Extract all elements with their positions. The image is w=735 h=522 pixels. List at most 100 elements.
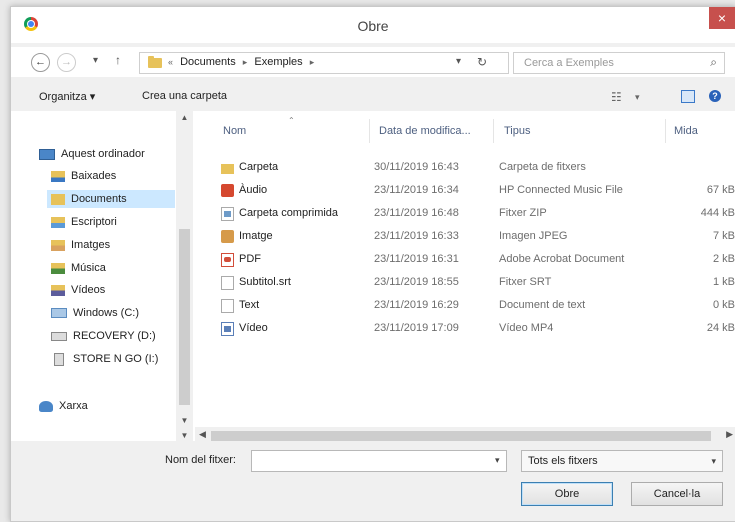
table-row[interactable]: PDF 23/11/2019 16:31 Adobe Acrobat Docum… bbox=[195, 249, 735, 270]
file-date: 23/11/2019 16:48 bbox=[374, 207, 459, 219]
view-dropdown-icon[interactable]: ▾ bbox=[635, 92, 640, 103]
text-file-icon bbox=[221, 276, 234, 290]
table-row[interactable]: Carpeta 30/11/2019 16:43 Carpeta de fitx… bbox=[195, 157, 735, 178]
new-folder-button[interactable]: Crea una carpeta bbox=[142, 90, 227, 102]
scrollbar-thumb[interactable] bbox=[211, 431, 711, 441]
view-options-icon[interactable]: ☷ bbox=[611, 90, 622, 104]
sidebar-item-label: Escriptori bbox=[71, 216, 117, 228]
open-file-dialog: Obre × ← → ▾ ↑ « Documents ▸ Exemples ▸ … bbox=[10, 6, 735, 522]
breadcrumb-exemples[interactable]: Exemples bbox=[254, 56, 302, 68]
organize-button[interactable]: Organitza ▾ bbox=[39, 90, 95, 103]
dialog-footer: Nom del fitxer: ▾ Tots els fitxers ▾ Obr… bbox=[11, 441, 735, 521]
file-name: Text bbox=[239, 299, 260, 311]
pdf-file-icon bbox=[221, 253, 234, 267]
music-folder-icon bbox=[51, 262, 65, 274]
table-row[interactable]: Subtitol.srt 23/11/2019 18:55 Fitxer SRT… bbox=[195, 272, 735, 293]
table-row[interactable]: Carpeta comprimida 23/11/2019 16:48 Fitx… bbox=[195, 203, 735, 224]
zip-file-icon bbox=[221, 207, 234, 221]
file-date: 23/11/2019 16:33 bbox=[374, 230, 459, 242]
documents-folder-icon bbox=[51, 193, 65, 205]
breadcrumb-overflow-icon[interactable]: « bbox=[168, 57, 173, 67]
column-divider bbox=[369, 119, 370, 143]
column-header-size[interactable]: Mida bbox=[674, 125, 698, 137]
sidebar-item-videos[interactable]: Vídeos bbox=[51, 281, 105, 299]
sidebar-item-label: Documents bbox=[71, 193, 127, 205]
file-date: 23/11/2019 16:31 bbox=[374, 253, 459, 265]
sidebar-item-this-pc[interactable]: Aquest ordinador bbox=[39, 145, 145, 163]
file-name: Àudio bbox=[239, 184, 268, 196]
search-input[interactable]: Cerca a Exemples bbox=[524, 57, 614, 69]
sidebar-item-label: Baixades bbox=[71, 170, 117, 182]
close-button[interactable]: × bbox=[709, 7, 735, 29]
address-dropdown-icon[interactable]: ▾ bbox=[456, 56, 461, 67]
window-title: Obre bbox=[357, 18, 389, 34]
preview-pane-icon[interactable] bbox=[681, 90, 695, 103]
filename-dropdown-icon[interactable]: ▾ bbox=[495, 455, 500, 466]
up-arrow-icon[interactable]: ↑ bbox=[115, 53, 121, 67]
file-name: Subtitol.srt bbox=[239, 276, 291, 288]
sort-indicator-icon: ⌃ bbox=[288, 116, 295, 125]
file-type: Vídeo MP4 bbox=[499, 322, 554, 334]
table-row[interactable]: Vídeo 23/11/2019 17:09 Vídeo MP4 24 kB bbox=[195, 318, 735, 339]
file-type: Imagen JPEG bbox=[499, 230, 568, 242]
file-size: 2 kB bbox=[712, 253, 735, 265]
scroll-left-icon[interactable]: ◀ bbox=[199, 429, 206, 440]
column-header-date[interactable]: Data de modifica... bbox=[379, 125, 471, 137]
drive-icon bbox=[51, 308, 67, 319]
refresh-icon[interactable]: ↻ bbox=[477, 55, 487, 69]
navigation-bar: ← → ▾ ↑ « Documents ▸ Exemples ▸ ▾ ↻ Cer… bbox=[11, 47, 735, 77]
search-box[interactable]: Cerca a Exemples ⌕ bbox=[513, 52, 725, 74]
file-date: 23/11/2019 17:09 bbox=[374, 322, 459, 334]
file-name: Vídeo bbox=[239, 322, 268, 334]
file-type: Adobe Acrobat Document bbox=[499, 253, 625, 265]
sidebar-item-drive-d[interactable]: RECOVERY (D:) bbox=[51, 327, 156, 345]
breadcrumb-documents[interactable]: Documents bbox=[180, 56, 236, 68]
file-type-filter[interactable]: Tots els fitxers ▾ bbox=[521, 450, 723, 472]
desktop-folder-icon bbox=[51, 216, 65, 228]
filename-input[interactable] bbox=[251, 450, 507, 472]
column-header-name[interactable]: Nom bbox=[223, 125, 246, 137]
table-row[interactable]: Text 23/11/2019 16:29 Document de text 0… bbox=[195, 295, 735, 316]
sidebar-item-network[interactable]: Xarxa bbox=[39, 397, 88, 415]
sidebar-item-label: STORE N GO (I:) bbox=[73, 353, 159, 365]
help-icon[interactable]: ? bbox=[709, 90, 721, 102]
forward-button[interactable]: → bbox=[57, 53, 76, 72]
sidebar-scrollbar[interactable]: ▲ ▼ bbox=[176, 111, 193, 427]
scroll-down-icon[interactable]: ▼ bbox=[176, 416, 193, 425]
cancel-button[interactable]: Cancel·la bbox=[631, 482, 723, 506]
file-size: 444 kB bbox=[700, 207, 735, 219]
sidebar-item-drive-i[interactable]: STORE N GO (I:) bbox=[51, 350, 158, 368]
table-row[interactable]: Imatge 23/11/2019 16:33 Imagen JPEG 7 kB bbox=[195, 226, 735, 247]
pictures-folder-icon bbox=[51, 239, 65, 251]
file-size: 24 kB bbox=[706, 322, 735, 334]
file-type: Document de text bbox=[499, 299, 586, 311]
column-divider bbox=[493, 119, 494, 143]
open-button[interactable]: Obre bbox=[521, 482, 613, 506]
sidebar-item-label: Windows (C:) bbox=[73, 307, 140, 319]
sidebar-item-pictures[interactable]: Imatges bbox=[51, 236, 110, 254]
column-divider bbox=[665, 119, 666, 143]
file-type: HP Connected Music File bbox=[499, 184, 623, 196]
sidebar-item-label: Imatges bbox=[71, 239, 111, 251]
breadcrumb-separator-icon: ▸ bbox=[242, 57, 248, 67]
scroll-right-icon[interactable]: ▶ bbox=[726, 429, 733, 440]
back-button[interactable]: ← bbox=[31, 53, 50, 72]
file-date: 23/11/2019 16:29 bbox=[374, 299, 459, 311]
scrollbar-thumb[interactable] bbox=[179, 229, 190, 405]
sidebar-item-documents[interactable]: Documents bbox=[47, 190, 175, 208]
file-type: Carpeta de fitxers bbox=[499, 161, 586, 173]
address-bar[interactable]: « Documents ▸ Exemples ▸ ▾ ↻ bbox=[139, 52, 509, 74]
recent-locations-chevron-icon[interactable]: ▾ bbox=[93, 55, 98, 66]
content-area: Aquest ordinador Baixades Documents Escr… bbox=[11, 111, 735, 444]
sidebar-item-music[interactable]: Música bbox=[51, 259, 106, 277]
sidebar-item-desktop[interactable]: Escriptori bbox=[51, 213, 117, 231]
table-row[interactable]: Àudio 23/11/2019 16:34 HP Connected Musi… bbox=[195, 180, 735, 201]
file-type: Fitxer SRT bbox=[499, 276, 552, 288]
sidebar-item-drive-c[interactable]: Windows (C:) bbox=[51, 304, 139, 322]
sidebar-item-downloads[interactable]: Baixades bbox=[51, 167, 116, 185]
search-icon: ⌕ bbox=[710, 55, 717, 69]
file-size: 1 kB bbox=[712, 276, 735, 288]
scroll-up-icon[interactable]: ▲ bbox=[176, 113, 193, 122]
column-header-type[interactable]: Tipus bbox=[504, 125, 531, 137]
image-file-icon bbox=[221, 230, 234, 243]
